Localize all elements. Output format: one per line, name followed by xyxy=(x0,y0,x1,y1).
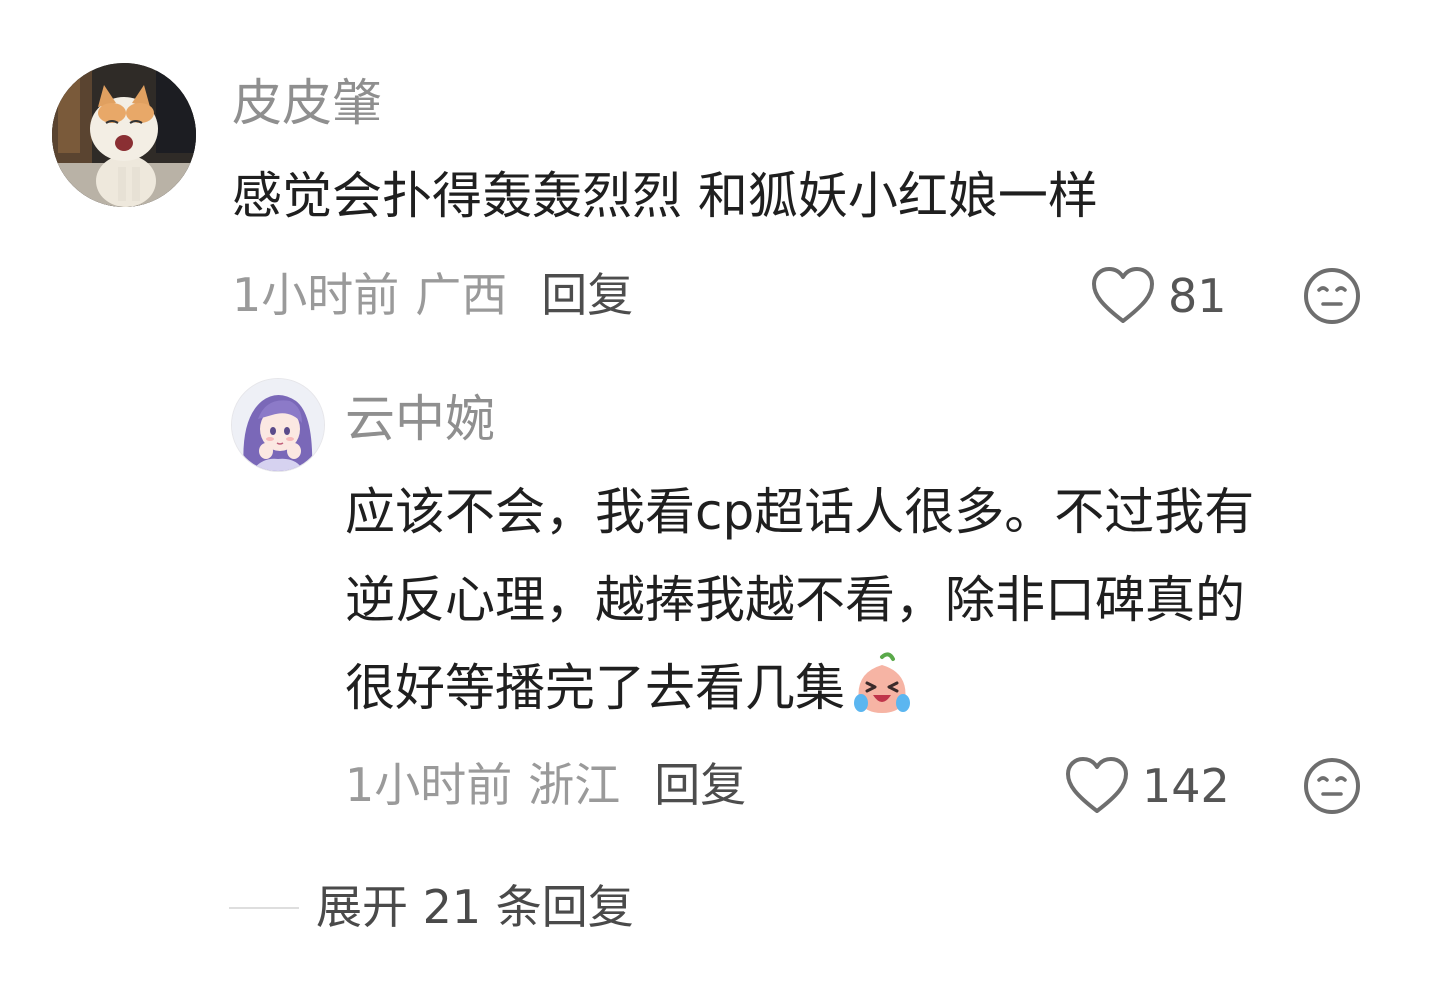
like-count: 81 xyxy=(1168,269,1227,323)
anime-girl-avatar-image xyxy=(232,379,324,471)
reply-dislike-button[interactable] xyxy=(1302,756,1362,816)
meh-face-icon xyxy=(1302,266,1362,326)
reply-button[interactable]: 回复 xyxy=(541,267,633,323)
reply-like-button[interactable]: 142 xyxy=(1064,755,1230,817)
comment-username[interactable]: 皮皮肇 xyxy=(232,73,382,133)
comment-time: 1小时前 xyxy=(232,268,400,322)
reply-time: 1小时前 xyxy=(345,758,513,812)
comment-location: 广西 xyxy=(415,268,508,322)
reply-text-line-2: 逆反心理，越捧我越不看，除非口碑真的 xyxy=(345,571,1245,629)
avatar[interactable] xyxy=(52,63,196,207)
dislike-button[interactable] xyxy=(1302,266,1362,326)
heart-icon xyxy=(1090,265,1156,327)
laughing-crying-emoji xyxy=(849,651,915,717)
cat-avatar-image xyxy=(52,63,196,207)
heart-icon xyxy=(1064,755,1130,817)
reply-text: 应该不会，我看cp超话人很多。不过我有 逆反心理，越捧我越不看，除非口碑真的 很… xyxy=(345,468,1254,732)
reply-avatar[interactable] xyxy=(231,378,325,472)
reply-text-line-3: 很好等播完了去看几集 xyxy=(345,644,1254,732)
comment-meta: 1小时前 广西 回复 xyxy=(232,267,633,323)
comment-text: 感觉会扑得轰轰烈烈 和狐妖小红娘一样 xyxy=(232,167,1098,225)
meh-face-icon xyxy=(1302,756,1362,816)
reply-location: 浙江 xyxy=(528,758,621,812)
reply-meta: 1小时前 浙江 回复 xyxy=(345,757,746,813)
reply-reply-button[interactable]: 回复 xyxy=(654,757,746,813)
like-button[interactable]: 81 xyxy=(1090,265,1227,327)
expand-replies-button[interactable]: 展开 21 条回复 xyxy=(316,879,634,935)
expand-divider xyxy=(229,907,299,909)
reply-like-count: 142 xyxy=(1142,759,1230,813)
reply-username[interactable]: 云中婉 xyxy=(345,389,495,449)
reply-text-line-1: 应该不会，我看cp超话人很多。不过我有 xyxy=(345,483,1255,541)
